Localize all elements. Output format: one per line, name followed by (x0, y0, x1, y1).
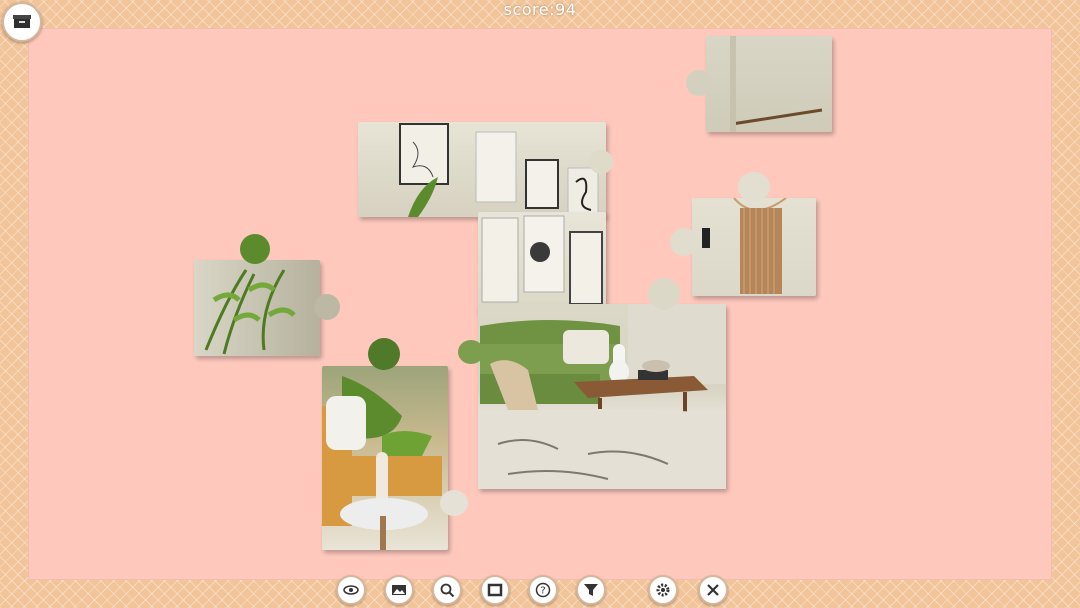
puzzle-piece-cluster[interactable] (358, 122, 606, 217)
image-preview-icon (392, 585, 406, 595)
eye-button[interactable] (336, 575, 366, 605)
help-button[interactable]: ? (528, 575, 558, 605)
edge-pieces-button[interactable] (480, 575, 510, 605)
puzzle-piece-knob (314, 294, 340, 320)
gear-icon (656, 583, 670, 597)
score-label: score:94 (503, 0, 577, 19)
bamboo-plant (204, 269, 296, 355)
wall-art-frames (399, 123, 599, 217)
puzzle-piece-knob (458, 340, 484, 364)
puzzle-piece-cluster-bottom[interactable] (478, 304, 726, 489)
living-room-scene (478, 304, 726, 489)
bottom-toolbar: ? (332, 575, 732, 605)
preview-image-button[interactable] (384, 575, 414, 605)
wall-art-circle (481, 215, 603, 305)
puzzle-piece-knob (240, 234, 270, 264)
box-icon (13, 15, 31, 28)
puzzle-piece-knob (368, 338, 400, 370)
close-button[interactable] (698, 575, 728, 605)
puzzle-piece-knob (589, 150, 613, 174)
filter-icon (584, 584, 598, 596)
frame-icon (487, 583, 503, 597)
settings-button[interactable] (648, 575, 678, 605)
puzzle-piece-loose-macrame[interactable] (692, 198, 816, 296)
chair-and-table (322, 376, 442, 550)
puzzle-piece-loose-wall[interactable] (706, 36, 832, 132)
close-icon (707, 584, 719, 596)
eye-icon (343, 585, 359, 595)
help-icon: ? (535, 582, 551, 598)
puzzle-piece-knob (738, 172, 770, 202)
puzzle-piece-knob (648, 278, 680, 310)
puzzle-piece-knob (670, 228, 698, 256)
zoom-button[interactable] (432, 575, 462, 605)
puzzle-piece-cluster-mid[interactable] (478, 212, 606, 312)
macrame-hanging (702, 198, 787, 294)
svg-text:?: ? (540, 586, 545, 597)
puzzle-piece-knob (440, 490, 468, 516)
puzzle-piece-loose-plants[interactable] (194, 260, 320, 356)
filter-button[interactable] (576, 575, 606, 605)
magnifier-icon (440, 583, 455, 598)
piece-box-button[interactable] (2, 2, 42, 42)
wall-shelf (730, 36, 823, 132)
puzzle-piece-knob (686, 70, 712, 96)
puzzle-piece-loose-chair[interactable] (322, 366, 448, 550)
